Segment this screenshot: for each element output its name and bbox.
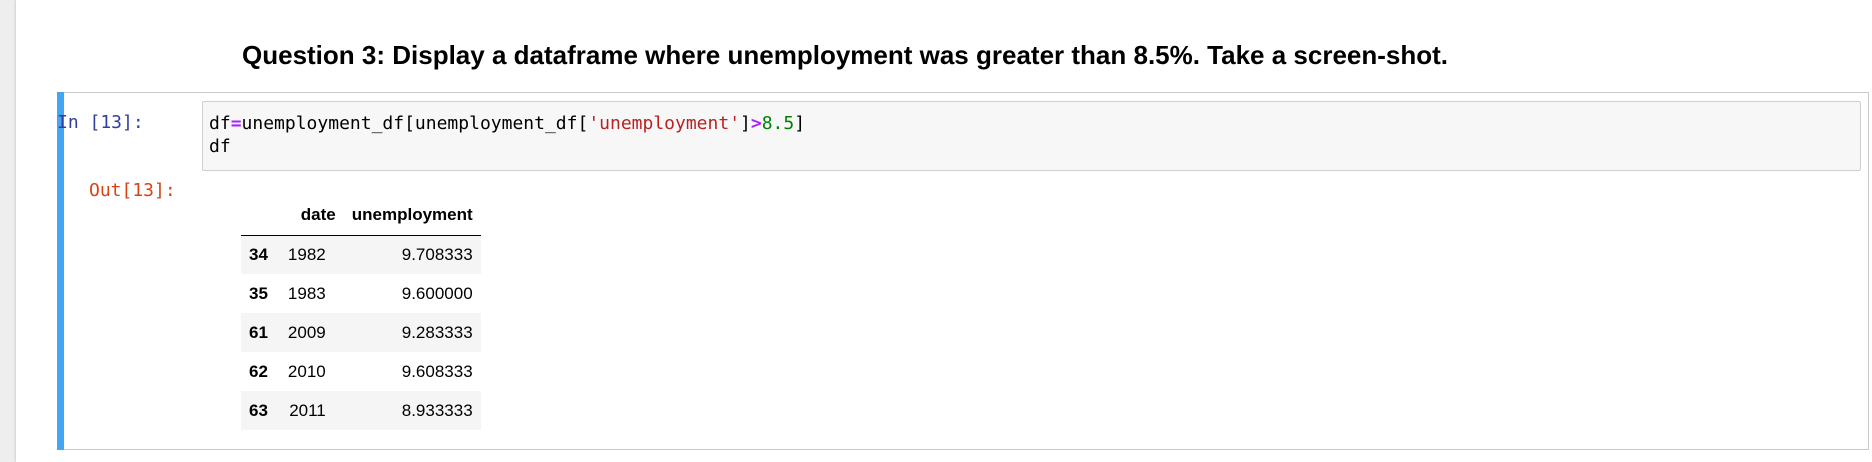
table-row: 62 2010 9.608333: [241, 352, 481, 391]
cell-date: 1983: [287, 283, 326, 303]
code-token: ]: [740, 113, 751, 134]
row-index: 62: [249, 361, 268, 381]
row-index: 63: [249, 400, 268, 420]
table-row: 34 1982 9.708333: [241, 235, 481, 274]
table-row: 63 2011 8.933333: [241, 391, 481, 430]
cell-date: 1982: [287, 244, 326, 264]
code-line-2: df: [209, 136, 231, 157]
notebook-page: Question 3: Display a dataframe where un…: [16, 0, 1872, 462]
cell-unemployment: 9.608333: [401, 361, 473, 381]
cell-unemployment: 9.708333: [401, 244, 473, 264]
cell-selection-bar: [57, 92, 64, 450]
row-index: 35: [249, 283, 268, 303]
header-unemployment: unemployment: [343, 196, 481, 236]
code-token: unemployment_df[unemployment_df[: [241, 113, 589, 134]
table-row: 35 1983 9.600000: [241, 274, 481, 313]
cell-unemployment: 8.933333: [401, 400, 473, 420]
header-index: [241, 196, 276, 236]
code-token: df: [209, 113, 231, 134]
table-header-row: date unemployment: [241, 196, 481, 236]
code-token: ]: [794, 113, 806, 134]
code-number: 8.5: [761, 113, 795, 134]
question-heading: Question 3: Display a dataframe where un…: [242, 40, 1449, 70]
code-operator: =: [230, 113, 242, 134]
input-prompt: In [13]:: [57, 112, 144, 133]
row-index: 61: [249, 322, 268, 342]
dataframe-output: date unemployment 34 1982 9.708333 35 19…: [241, 196, 481, 430]
cell-unemployment: 9.600000: [401, 283, 473, 303]
header-date: date: [275, 196, 344, 236]
code-line-1: df=unemployment_df[unemployment_df['unem…: [209, 112, 1854, 135]
code-string: 'unemployment': [588, 113, 741, 134]
code-operator: >: [750, 113, 762, 134]
cell-date: 2010: [287, 361, 326, 381]
cell-date: 2011: [289, 400, 326, 420]
cell-date: 2009: [287, 322, 326, 342]
output-prompt: Out[13]:: [89, 180, 176, 201]
row-index: 34: [249, 244, 268, 264]
code-editor[interactable]: df=unemployment_df[unemployment_df['unem…: [202, 101, 1861, 171]
cell-unemployment: 9.283333: [401, 322, 473, 342]
table-row: 61 2009 9.283333: [241, 313, 481, 352]
